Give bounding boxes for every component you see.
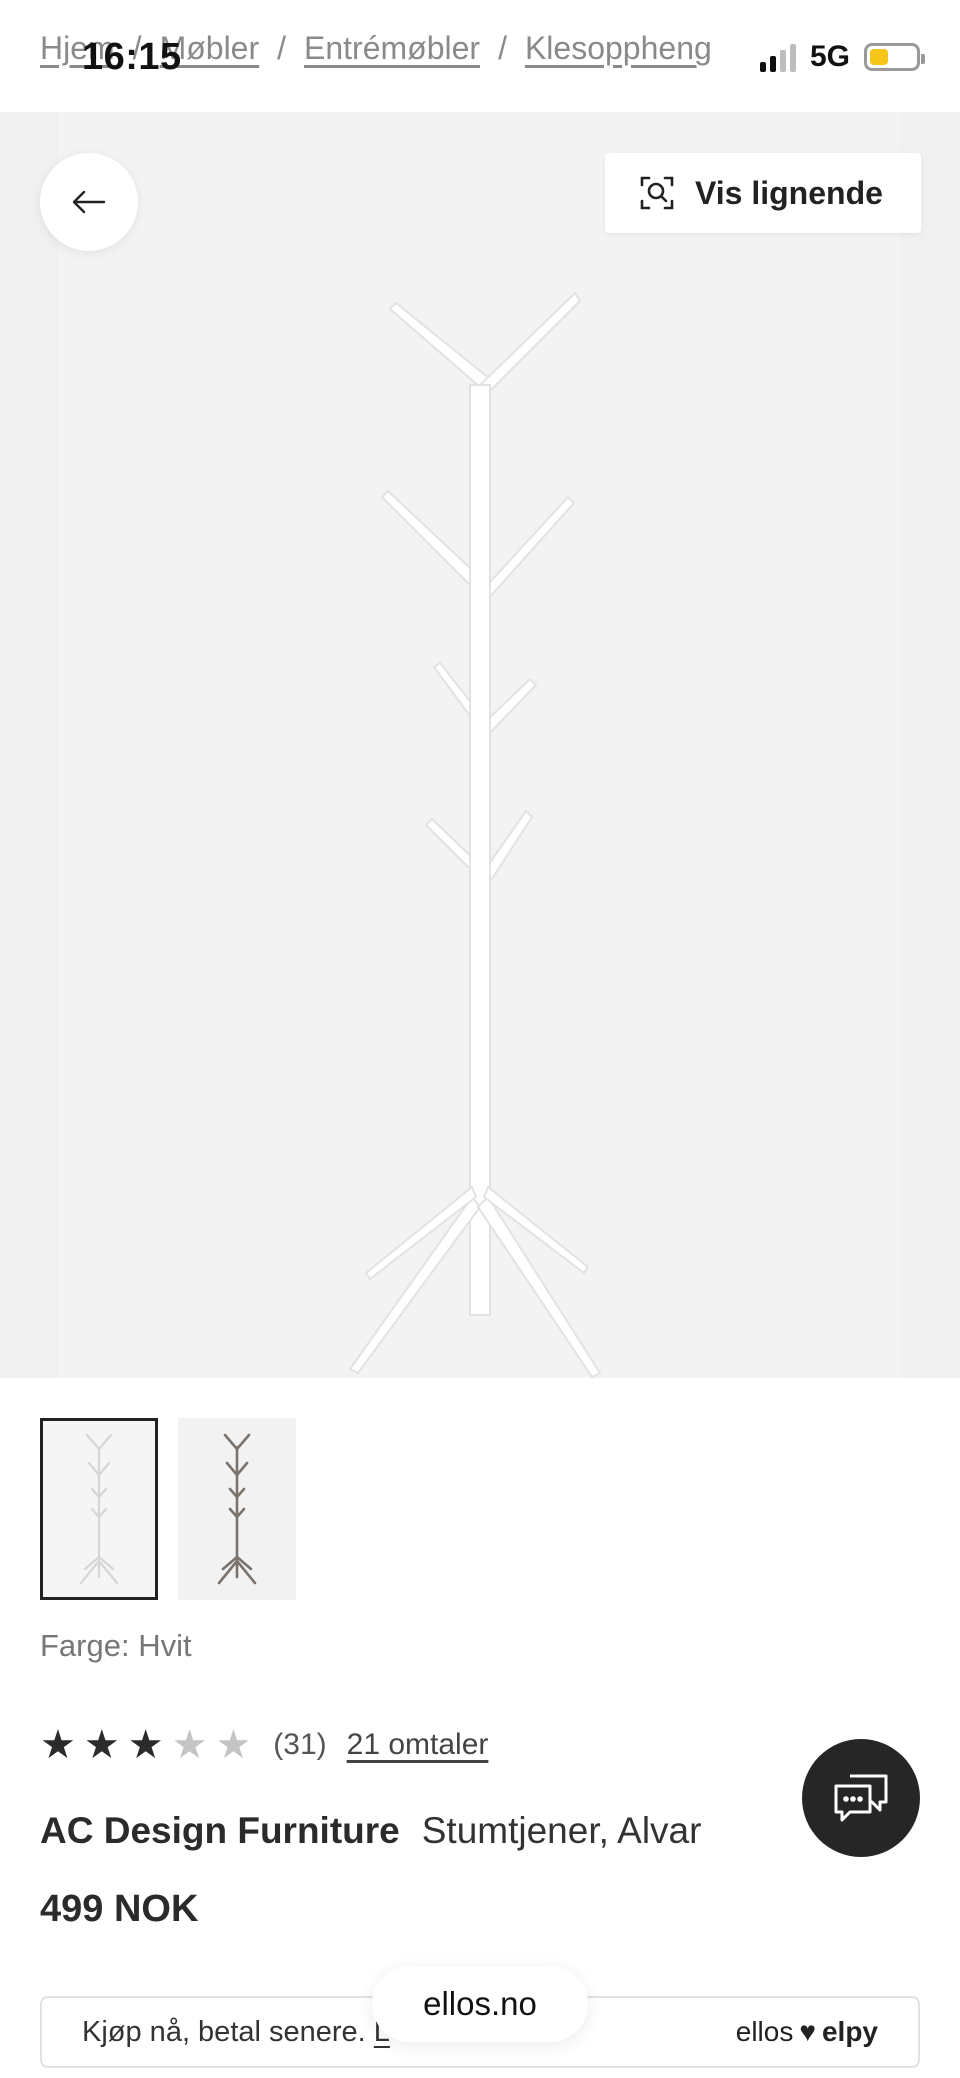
top-bar: Hjem / Møbler / Entrémøbler / Klesoppheng 16:1… [0,0,960,112]
thumbnail-white[interactable] [40,1418,158,1600]
elpy-logo-text: elpy [821,2016,878,2047]
coat-rack-illustration [349,292,601,1378]
ellos-logo-text: ellos [735,2016,794,2047]
thumbnail-strip [40,1418,296,1600]
color-label: Farge: Hvit [40,1628,192,1663]
product-image-area: Vis lignende [0,112,960,1378]
star-rating[interactable]: ★ ★ ★ ★ ★ [40,1725,251,1765]
star-icon: ★ [83,1723,120,1767]
coat-rack-thumbnail-grey [217,1433,257,1585]
ellos-elpy-logo: ellos ♥ elpy [736,2016,878,2048]
rating-row: ★ ★ ★ ★ ★ (31) 21 omtaler [40,1725,488,1765]
network-type: 5G [809,40,850,73]
show-similar-button[interactable]: Vis lignende [605,153,921,233]
battery-level [870,49,888,65]
browser-url-bar[interactable]: ellos.no [372,1966,588,2042]
rating-count: (31) [273,1728,327,1761]
product-price: 499 NOK [40,1888,199,1930]
pay-later-text: Kjøp nå, betal senere. L [82,2016,390,2049]
status-time: 16:15 [82,36,182,78]
breadcrumb-separator: / [498,30,507,66]
product-brand[interactable]: AC Design Furniture [40,1810,400,1851]
product-title: AC Design Furniture Stumtjener, Alvar [40,1810,701,1852]
breadcrumb-entremobler[interactable]: Entrémøbler [304,30,480,66]
arrow-left-icon [72,190,106,214]
pay-later-message: Kjøp nå, betal senere. [82,2015,366,2048]
heart-icon: ♥ [799,2016,816,2047]
breadcrumb-separator: / [277,30,287,66]
chat-icon [834,1774,888,1822]
chat-button[interactable] [802,1739,920,1857]
breadcrumb-klesoppheng[interactable]: Klesoppheng [525,30,712,66]
star-icon: ★ [215,1723,252,1767]
visual-search-icon [640,176,674,210]
status-icons: 5G [759,40,925,74]
coat-rack-thumbnail-white [79,1433,119,1585]
reviews-link[interactable]: 21 omtaler [347,1728,489,1762]
back-button[interactable] [40,153,138,251]
thumbnail-grey[interactable] [178,1418,296,1600]
star-icon: ★ [127,1723,164,1767]
battery-icon [864,43,925,71]
show-similar-label: Vis lignende [695,174,883,211]
signal-icon [759,42,796,72]
star-icon: ★ [171,1723,208,1767]
product-name: Stumtjener, Alvar [421,1810,702,1851]
star-icon: ★ [40,1723,76,1767]
